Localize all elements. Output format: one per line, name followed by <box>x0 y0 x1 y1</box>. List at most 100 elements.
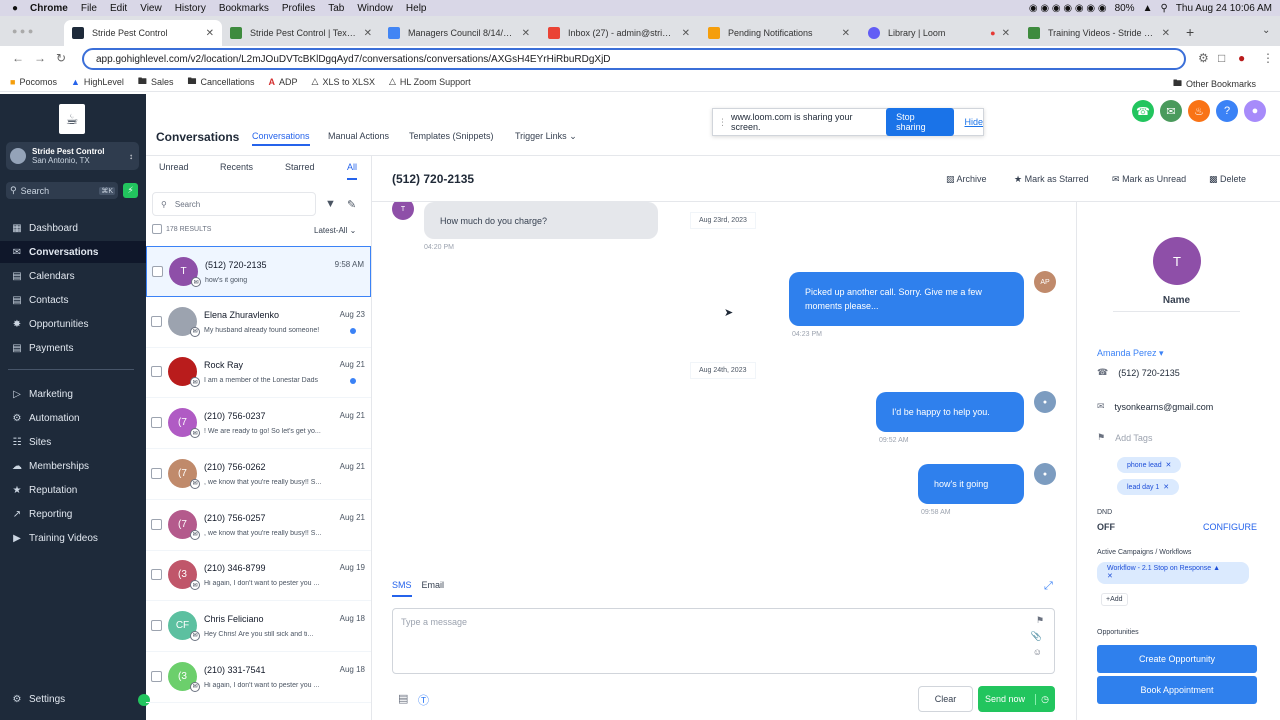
back-icon[interactable]: ← <box>12 51 24 65</box>
mark-starred-button[interactable]: ★ Mark as Starred <box>1014 174 1089 185</box>
filter-recents[interactable]: Recents <box>220 162 253 172</box>
archive-button[interactable]: ▧ Archive <box>946 174 987 185</box>
sidebar-item-opportunities[interactable]: ✸ Opportunities <box>0 313 146 335</box>
drag-handle-icon[interactable]: ⋮ <box>718 117 727 128</box>
template-icon[interactable]: ▤ <box>398 692 408 705</box>
sidebar-item-conversations[interactable]: ✉ Conversations <box>0 241 146 263</box>
kebab-menu-icon[interactable]: ⋮ <box>1262 51 1274 65</box>
menu-help[interactable]: Help <box>406 3 427 14</box>
browser-tab-3[interactable]: Managers Council 8/14/2023 -✕ <box>380 20 538 46</box>
remove-tag-icon[interactable]: ✕ <box>1166 461 1172 469</box>
schedule-icon[interactable]: ◷ <box>1035 693 1049 705</box>
menu-window[interactable]: Window <box>357 3 393 14</box>
emoji-icon[interactable]: ☺ <box>1033 647 1042 657</box>
bookmark-sales[interactable]: 🖿 Sales <box>138 74 174 90</box>
bookmark-xls[interactable]: △ XLS to XLSX <box>312 76 375 87</box>
sidebar-item-automation[interactable]: ⚙ Automation <box>0 407 146 429</box>
stop-sharing-button[interactable]: Stop sharing <box>886 108 955 136</box>
delete-button[interactable]: ▩ Delete <box>1209 174 1246 185</box>
browser-tab-1[interactable]: Stride Pest Control ✕ <box>64 20 222 46</box>
sidebar-item-training-videos[interactable]: ▶ Training Videos <box>0 527 146 549</box>
assigned-user-dropdown[interactable]: Amanda Perez ▾ <box>1097 348 1164 359</box>
contact-name-field[interactable]: Name <box>1113 295 1240 312</box>
wifi-icon[interactable]: ▲ <box>1143 3 1153 14</box>
phone-call-icon[interactable]: ☎ <box>1132 100 1154 122</box>
new-tab-icon[interactable]: + <box>1186 24 1194 40</box>
message-input[interactable]: Type a message ⚑ 📎 ☺ <box>392 608 1055 674</box>
conversation-row[interactable]: CF ✉ Chris Feliciano Aug 18 Hey Chris! Are y… <box>146 601 371 652</box>
row-checkbox[interactable] <box>151 518 162 530</box>
browser-tab-2[interactable]: Stride Pest Control | Texas Pest✕ <box>222 20 380 46</box>
search-icon[interactable]: ⚲ <box>1160 3 1167 14</box>
forward-icon[interactable]: → <box>34 51 46 65</box>
user-avatar[interactable]: ● <box>1244 100 1266 122</box>
contact-email-field[interactable]: ✉ tysonkearns@gmail.com <box>1097 401 1213 412</box>
reload-icon[interactable]: ↻ <box>56 51 66 65</box>
attachment-icon[interactable]: 📎 <box>1031 631 1042 642</box>
conversation-row[interactable]: (7 ✉ (210) 756-0237 Aug 21! We are ready to… <box>146 398 371 450</box>
extensions-icon[interactable]: ⚙ <box>1198 51 1209 65</box>
browser-tab-6[interactable]: Library | Loom ● ✕ <box>860 20 1018 46</box>
contact-phone-field[interactable]: ☎ (512) 720-2135 <box>1097 367 1180 378</box>
bookmark-cancellations[interactable]: 🖿 Cancellations <box>187 74 254 90</box>
bookmark-adp[interactable]: A ADP <box>269 77 298 87</box>
row-checkbox[interactable] <box>151 366 162 378</box>
select-all-checkbox[interactable] <box>152 224 162 234</box>
close-tab-icon[interactable]: ✕ <box>364 28 372 39</box>
sidebar-item-settings[interactable]: ⚙ Settings <box>0 688 146 710</box>
remove-workflow-icon[interactable]: ✕ <box>1107 573 1113 580</box>
sidebar-item-memberships[interactable]: ☁ Memberships <box>0 455 146 477</box>
conversation-row[interactable]: (7 ✉ (210) 756-0257 Aug 21, we know that yo… <box>146 500 371 551</box>
sidebar-item-sites[interactable]: ☷ Sites <box>0 431 146 453</box>
compose-icon[interactable]: ✎ <box>347 198 356 211</box>
tab-sms[interactable]: SMS <box>392 580 412 597</box>
row-checkbox[interactable] <box>151 569 162 581</box>
sidebar-item-calendars[interactable]: ▤ Calendars <box>0 265 146 287</box>
close-tab-icon[interactable]: ✕ <box>1002 28 1010 39</box>
filter-unread[interactable]: Unread <box>159 162 189 172</box>
sidebar-item-contacts[interactable]: ▤ Contacts <box>0 289 146 311</box>
apple-icon[interactable]: ● <box>12 3 18 14</box>
sidepanel-icon[interactable]: □ <box>1218 51 1225 65</box>
row-checkbox[interactable] <box>151 315 162 327</box>
other-bookmarks[interactable]: 🖿 Other Bookmarks <box>1173 76 1256 92</box>
tab-email[interactable]: Email <box>422 580 445 597</box>
tab-conversations[interactable]: Conversations <box>252 131 310 146</box>
filter-starred[interactable]: Starred <box>285 162 315 172</box>
clear-button[interactable]: Clear <box>918 686 973 712</box>
filter-all[interactable]: All <box>347 162 358 180</box>
close-tab-icon[interactable]: ✕ <box>206 28 214 39</box>
profile-icon[interactable]: ● <box>1238 51 1245 65</box>
window-controls[interactable]: ● ● ● <box>12 26 33 36</box>
hide-link[interactable]: Hide <box>964 117 983 127</box>
bookmark-pocomos[interactable]: ■ Pocomos <box>10 77 57 87</box>
browser-tab-7[interactable]: Training Videos - Stride Pest C✕ <box>1020 20 1178 46</box>
conversation-row[interactable]: ✉ Elena Zhuravlenko Aug 23 My husband alrea… <box>146 297 371 348</box>
add-workflow-button[interactable]: +Add <box>1101 593 1128 606</box>
conversation-search-input[interactable]: ⚲ Search <box>152 192 316 216</box>
browser-tab-5[interactable]: Pending Notifications ✕ <box>700 20 858 46</box>
row-checkbox[interactable] <box>152 266 163 277</box>
remove-tag-icon[interactable]: ✕ <box>1163 483 1169 491</box>
row-checkbox[interactable] <box>151 417 162 429</box>
account-switcher[interactable]: Stride Pest Control San Antonio, TX ↕ <box>6 142 139 170</box>
url-input[interactable]: app.gohighlevel.com/v2/location/L2mJOuDV… <box>82 48 1186 70</box>
sidebar-item-reporting[interactable]: ↗ Reporting <box>0 503 146 525</box>
menu-history[interactable]: History <box>175 3 206 14</box>
filter-icon[interactable]: ▼ <box>325 198 336 210</box>
menu-file[interactable]: File <box>81 3 97 14</box>
mark-unread-button[interactable]: ✉ Mark as Unread <box>1112 174 1186 185</box>
close-tab-icon[interactable]: ✕ <box>1162 28 1170 39</box>
bookmark-highlevel[interactable]: ▲ HighLevel <box>71 77 124 87</box>
tab-trigger-links[interactable]: Trigger Links ⌄ <box>515 131 577 142</box>
menu-edit[interactable]: Edit <box>110 3 127 14</box>
sidebar-search[interactable]: ⚲ Search ⌘K <box>6 182 118 199</box>
row-checkbox[interactable] <box>151 467 162 479</box>
close-tab-icon[interactable]: ✕ <box>682 28 690 39</box>
close-tab-icon[interactable]: ✕ <box>522 28 530 39</box>
company-logo[interactable]: ☕ <box>59 104 85 134</box>
notification-bell-icon[interactable]: ♨ <box>1188 100 1210 122</box>
tab-manual-actions[interactable]: Manual Actions <box>328 131 389 141</box>
status-icons[interactable]: ◉ ◉ ◉ ◉ ◉ ◉ ◉ <box>1029 3 1107 14</box>
menu-chrome[interactable]: Chrome <box>30 3 68 14</box>
